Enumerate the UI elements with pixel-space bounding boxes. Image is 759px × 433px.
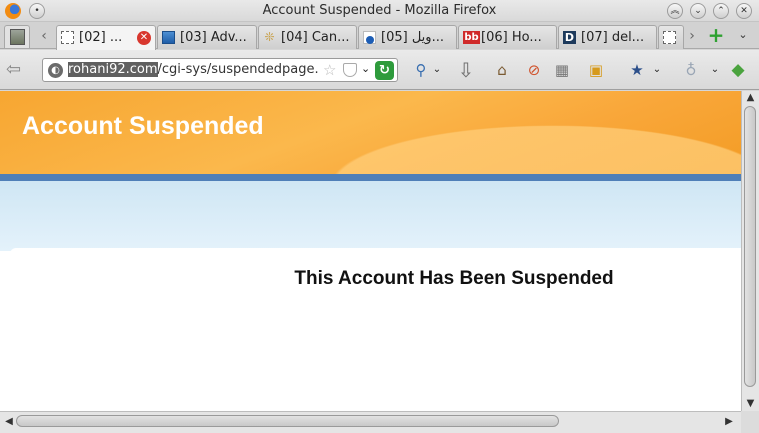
reload-button[interactable]: ↻ [375,61,394,80]
page-content: Account Suspended This Account Has Been … [0,91,741,411]
banner-stripe [0,174,741,181]
tab-scroll-right-icon[interactable]: › [684,26,700,46]
blue-site-icon [162,31,175,44]
url-bar[interactable]: ◐ rohani92.com/cgi-sys/suspendedpage. ☆ … [42,58,398,82]
download-icon[interactable]: ⇩ [455,59,477,81]
home-icon[interactable]: ⌂ [491,59,513,81]
url-text[interactable]: rohani92.com/cgi-sys/suspendedpage. [68,62,322,77]
block-icon[interactable]: ⊘ [523,59,545,81]
medal-dropdown-icon[interactable]: ⌄ [704,59,726,81]
tab-07[interactable]: D [07] del... [558,25,657,49]
app-tab[interactable] [4,25,30,48]
list-all-tabs-icon[interactable]: ⌄ [734,26,752,44]
banner-wave [271,109,741,174]
tab-06[interactable]: bb [06] Ho... [458,25,557,49]
tab-label: [04] Can... [281,30,350,45]
site-identity-icon[interactable]: ◐ [48,63,63,78]
tab-label: [06] Ho... [481,30,542,45]
vertical-scroll-thumb[interactable] [744,106,756,387]
ornament-icon: ❊ [264,30,275,44]
window-title: Account Suspended - Mozilla Firefox [262,3,497,18]
tab-label: [05] ويل... [381,30,444,45]
scrollbar-corner [741,411,759,433]
url-host: rohani92.com [68,62,158,77]
url-path: /cgi-sys/suspendedpage. [157,62,319,77]
blue-dot-icon [363,31,376,44]
minimize-button[interactable]: ⌄ [690,3,706,19]
tab-strip: ‹ [02] ... ✕ [03] Adv... ❊ [04] Can... [… [0,22,759,50]
medal-icon[interactable]: ♁ [680,59,702,81]
page-banner: Account Suspended [0,91,741,174]
scroll-left-icon[interactable]: ◀ [2,415,16,429]
navigation-toolbar: ⇦ ◐ rohani92.com/cgi-sys/suspendedpage. … [0,50,759,90]
scroll-down-icon[interactable]: ▼ [742,397,759,411]
bookmark-star-icon[interactable]: ☆ [323,61,336,79]
browser-window: • Account Suspended - Mozilla Firefox ︽ … [0,0,759,433]
bb-icon: bb [463,31,480,44]
d-icon: D [563,31,576,44]
back-button[interactable]: ⇦ [6,59,32,81]
search-dropdown-icon[interactable]: ⌄ [426,59,448,81]
keep-above-icon[interactable]: ︽ [667,3,683,19]
tab-02[interactable]: [02] ... ✕ [56,25,156,50]
shield-icon[interactable] [343,63,357,77]
message-panel: This Account Has Been Suspended [10,248,741,411]
suspended-message: This Account Has Been Suspended [294,268,614,289]
history-dropdown-icon[interactable]: ⌄ [361,62,370,75]
tab-label: [02] ... [79,30,123,45]
scroll-right-icon[interactable]: ▶ [722,415,736,429]
tab-04[interactable]: ❊ [04] Can... [258,25,357,49]
banner-title: Account Suspended [22,112,264,140]
tab-scroll-left-icon[interactable]: ‹ [36,26,52,46]
horizontal-scroll-thumb[interactable] [16,415,559,427]
blank-page-icon [663,31,676,44]
feed-icon[interactable]: ◆ [727,59,749,81]
horizontal-scrollbar[interactable]: ◀ ▶ [0,411,741,433]
tab-05[interactable]: [05] ويل... [358,25,457,49]
grid-icon[interactable]: ▦ [551,59,573,81]
new-tab-button[interactable]: + [706,25,726,45]
bookmark-box-icon[interactable]: ★ [626,59,648,81]
tab-close-icon[interactable]: ✕ [137,31,151,45]
bookmark-dropdown-icon[interactable]: ⌄ [646,59,668,81]
tab-03[interactable]: [03] Adv... [157,25,257,49]
blank-page-icon [61,31,74,44]
vertical-scrollbar[interactable]: ▲ ▼ [741,91,759,411]
close-window-button[interactable]: ✕ [736,3,752,19]
maximize-button[interactable]: ⌃ [713,3,729,19]
tab-overflow[interactable] [658,25,684,49]
app-tab-image-icon [10,29,25,45]
tab-label: [07] del... [581,30,645,45]
image-icon[interactable]: ▣ [585,59,607,81]
sky-gradient [0,181,741,251]
tab-label: [03] Adv... [180,30,247,45]
title-bar: • Account Suspended - Mozilla Firefox ︽ … [0,0,759,22]
scroll-up-icon[interactable]: ▲ [742,91,759,105]
